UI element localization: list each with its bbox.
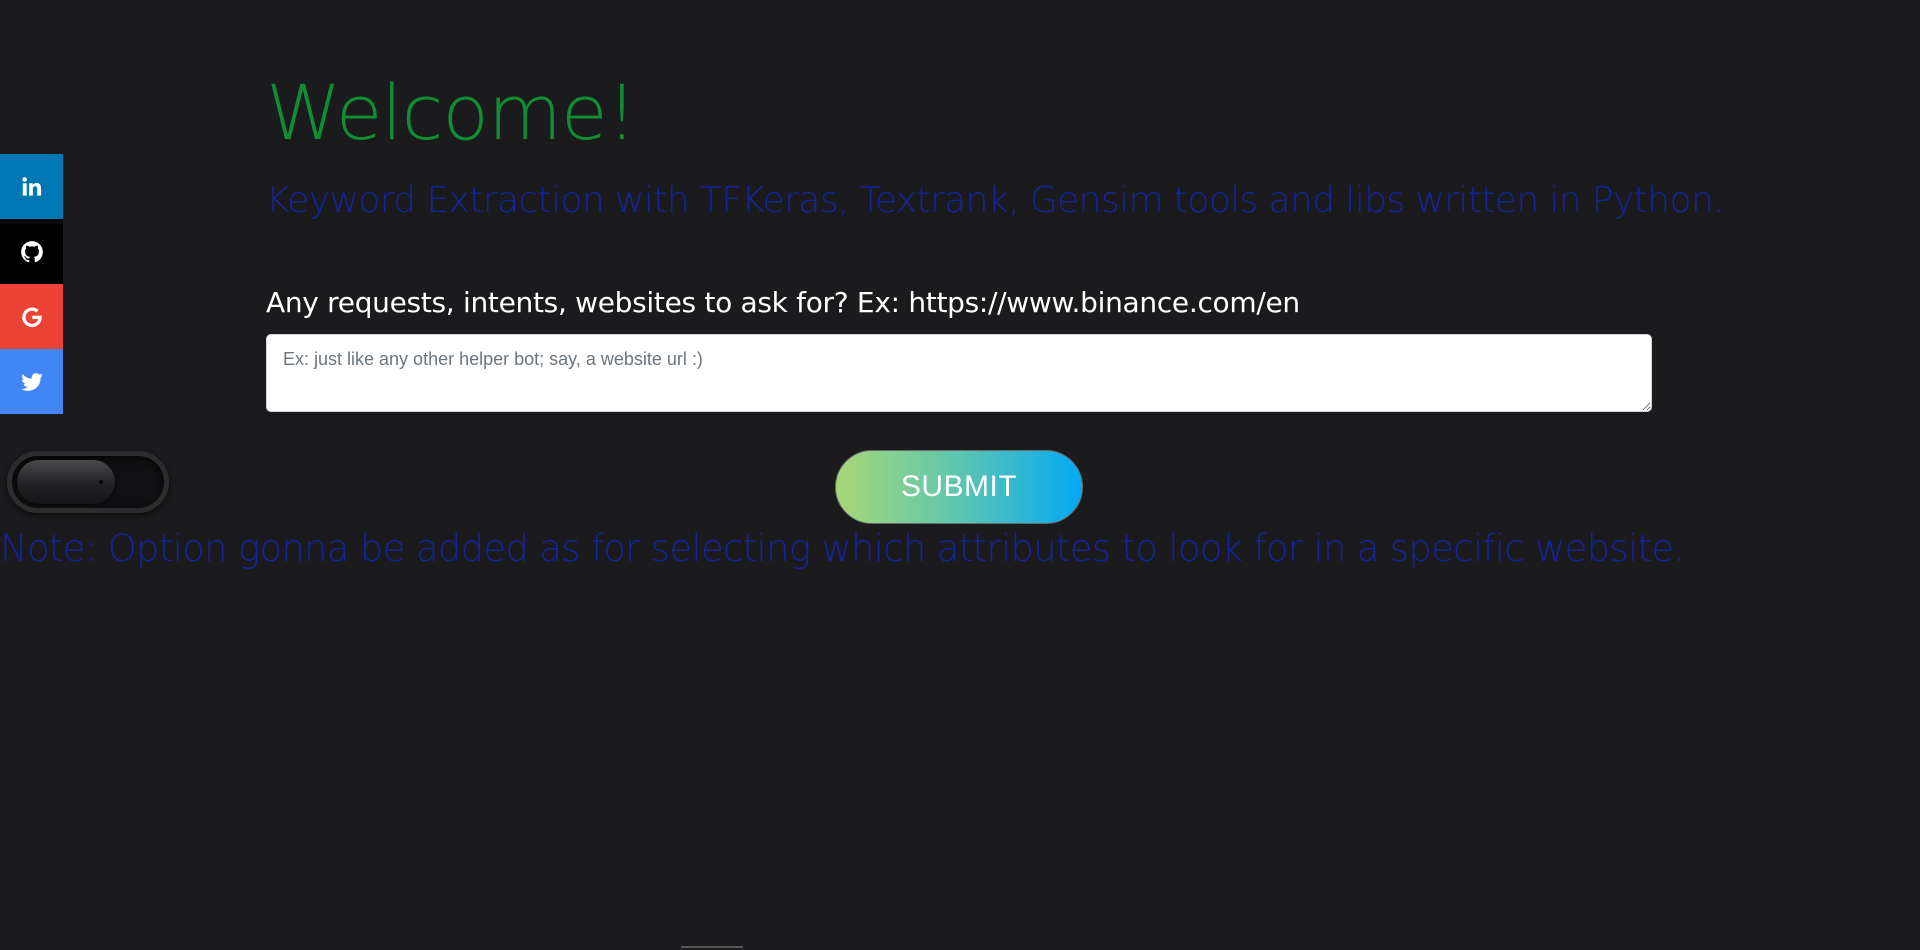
page-subtitle: Keyword Extraction with TFKeras, Textran… (266, 180, 1725, 221)
google-icon (19, 304, 45, 330)
page-title: Welcome! (266, 68, 637, 157)
social-sidebar (0, 154, 63, 414)
theme-toggle[interactable] (7, 451, 169, 513)
google-button[interactable] (0, 284, 63, 349)
note-text: Note: Option gonna be added as for selec… (0, 527, 1685, 570)
request-input[interactable] (266, 334, 1652, 412)
twitter-icon (19, 369, 45, 395)
linkedin-icon (19, 174, 45, 200)
twitter-button[interactable] (0, 349, 63, 414)
github-icon (19, 239, 45, 265)
toggle-knob (17, 460, 115, 504)
scroll-indicator (681, 946, 743, 948)
github-button[interactable] (0, 219, 63, 284)
toggle-dot (99, 480, 103, 484)
submit-button[interactable]: SUBMIT (835, 450, 1083, 524)
linkedin-button[interactable] (0, 154, 63, 219)
request-label: Any requests, intents, websites to ask f… (266, 286, 1300, 319)
